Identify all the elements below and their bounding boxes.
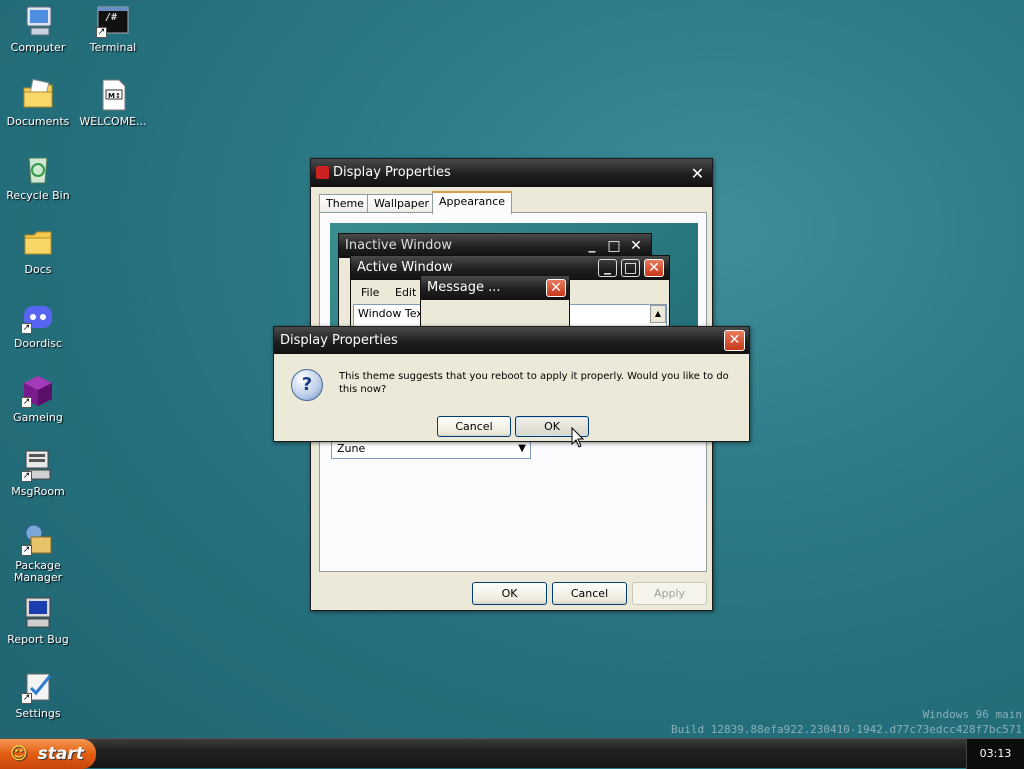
- desktop-icon-label: Documents: [6, 115, 70, 128]
- cancel-button[interactable]: Cancel: [552, 582, 627, 605]
- preview-message-titlebar: Message ... ✕: [421, 276, 569, 300]
- desktop-icon-label: Docs: [24, 263, 52, 276]
- desktop-icon-documents[interactable]: Documents: [1, 78, 75, 128]
- desktop-icon-package-manager[interactable]: ↗ Package Manager: [1, 522, 75, 584]
- shortcut-arrow-icon: ↗: [21, 545, 32, 556]
- desktop-icon-welcome[interactable]: M↕ WELCOME...: [76, 78, 150, 128]
- desktop-icon-gameing[interactable]: ↗ Gameing: [1, 374, 75, 424]
- dialog-title: Display Properties: [280, 333, 398, 348]
- dialog-message: This theme suggests that you reboot to a…: [339, 371, 729, 395]
- desktop-icon-label: Terminal: [89, 41, 137, 54]
- desktop-icon-label: Doordisc: [13, 337, 63, 350]
- desktop-icon-msgroom[interactable]: ↗ MsgRoom: [1, 448, 75, 498]
- desktop-icon-label: Gameing: [13, 411, 63, 424]
- recycle-bin-icon: [21, 152, 55, 186]
- color-scheme-select[interactable]: Zune ▼: [331, 439, 531, 459]
- dialog-titlebar[interactable]: Display Properties ✕: [274, 327, 749, 354]
- preview-close-icon: ✕: [546, 279, 566, 297]
- preview-maximize-icon: □: [621, 259, 640, 277]
- preview-maximize-icon: □: [607, 238, 621, 254]
- start-smiley-icon: ☺: [10, 744, 28, 764]
- computer-icon: [21, 4, 55, 38]
- desktop-icon-docs[interactable]: Docs: [1, 226, 75, 276]
- preview-close-icon: ✕: [630, 238, 642, 254]
- tab-strip: Theme Wallpaper Appearance: [319, 191, 709, 214]
- desktop-icon-computer[interactable]: Computer: [1, 4, 75, 54]
- shortcut-arrow-icon: ↗: [21, 693, 32, 704]
- close-icon: ✕: [690, 164, 705, 183]
- desktop-icon-label: Settings: [15, 707, 61, 720]
- dialog-close-button[interactable]: ✕: [724, 330, 745, 351]
- display-properties-titlebar[interactable]: Display Properties ✕: [311, 159, 712, 187]
- build-watermark-line2: Build 12839.88efa922.230410-1942.d77c73e…: [671, 723, 1022, 736]
- start-button[interactable]: ☺ start: [0, 739, 96, 769]
- folder-icon: [21, 226, 55, 260]
- reboot-confirm-dialog: Display Properties ✕ ? This theme sugges…: [273, 326, 750, 442]
- close-icon: ✕: [728, 332, 741, 348]
- tab-wallpaper[interactable]: Wallpaper: [367, 194, 437, 213]
- markdown-file-icon: M↕: [96, 78, 130, 112]
- preview-minimize-icon: _: [588, 237, 596, 253]
- mouse-cursor-icon: [571, 427, 585, 448]
- cube-game-icon: ↗: [21, 374, 55, 408]
- package-gear-icon: ↗: [21, 522, 55, 556]
- close-button[interactable]: ✕: [687, 163, 708, 184]
- desktop-icon-label: Recycle Bin: [6, 189, 70, 202]
- markdown-glyph: M↕: [108, 92, 121, 100]
- shortcut-arrow-icon: ↗: [21, 471, 32, 482]
- apply-button[interactable]: Apply: [632, 582, 707, 605]
- preview-close-icon: ✕: [644, 259, 664, 277]
- desktop-icon-recycle-bin[interactable]: Recycle Bin: [1, 152, 75, 202]
- tab-theme[interactable]: Theme: [319, 194, 371, 213]
- shortcut-arrow-icon: ↗: [96, 27, 107, 38]
- taskbar-clock[interactable]: 03:13: [966, 739, 1024, 769]
- chat-controller-icon: ↗: [21, 300, 55, 334]
- color-scheme-value: Zune: [337, 442, 366, 455]
- desktop-icon-doordisc[interactable]: ↗ Doordisc: [1, 300, 75, 350]
- desktop-icon-label: Computer: [10, 41, 66, 54]
- window-title: Display Properties: [333, 165, 451, 180]
- preview-menu-edit: Edit: [395, 286, 417, 299]
- desktop-icon-terminal[interactable]: /# ↗ Terminal: [76, 4, 150, 54]
- desktop-icon-settings[interactable]: ↗ Settings: [1, 670, 75, 720]
- preview-window-text: Window Text: [358, 307, 428, 320]
- tab-appearance[interactable]: Appearance: [432, 191, 513, 214]
- shortcut-arrow-icon: ↗: [21, 397, 32, 408]
- settings-checklist-icon: ↗: [21, 670, 55, 704]
- preview-minimize-icon: _: [598, 259, 617, 277]
- preview-scroll-up-icon: ▲: [650, 305, 666, 323]
- preview-inactive-title: Inactive Window: [345, 238, 452, 253]
- taskbar: ☺ start 03:13: [0, 738, 1024, 769]
- documents-folder-icon: [21, 78, 55, 112]
- message-computer-icon: ↗: [21, 448, 55, 482]
- desktop-icon-label: MsgRoom: [11, 485, 65, 498]
- preview-active-title: Active Window: [357, 260, 453, 275]
- desktop-icon-label: Package Manager: [13, 559, 63, 584]
- ok-button[interactable]: OK: [472, 582, 547, 605]
- chevron-down-icon: ▼: [518, 443, 526, 454]
- bug-computer-icon: [21, 596, 55, 630]
- desktop-icon-report-bug[interactable]: Report Bug: [1, 596, 75, 646]
- build-watermark-line1: Windows 96 main: [922, 708, 1022, 721]
- shortcut-arrow-icon: ↗: [21, 323, 32, 334]
- preview-message-title: Message ...: [427, 280, 501, 295]
- display-properties-app-icon: [316, 166, 329, 179]
- terminal-glyph: /#: [105, 12, 118, 23]
- terminal-icon: /# ↗: [96, 4, 130, 38]
- start-label: start: [37, 744, 84, 764]
- dialog-cancel-button[interactable]: Cancel: [437, 416, 511, 437]
- desktop-icon-label: Report Bug: [7, 633, 69, 646]
- question-icon: ?: [291, 369, 323, 401]
- desktop-icon-label: WELCOME...: [79, 115, 147, 128]
- preview-menu-file: File: [361, 286, 380, 299]
